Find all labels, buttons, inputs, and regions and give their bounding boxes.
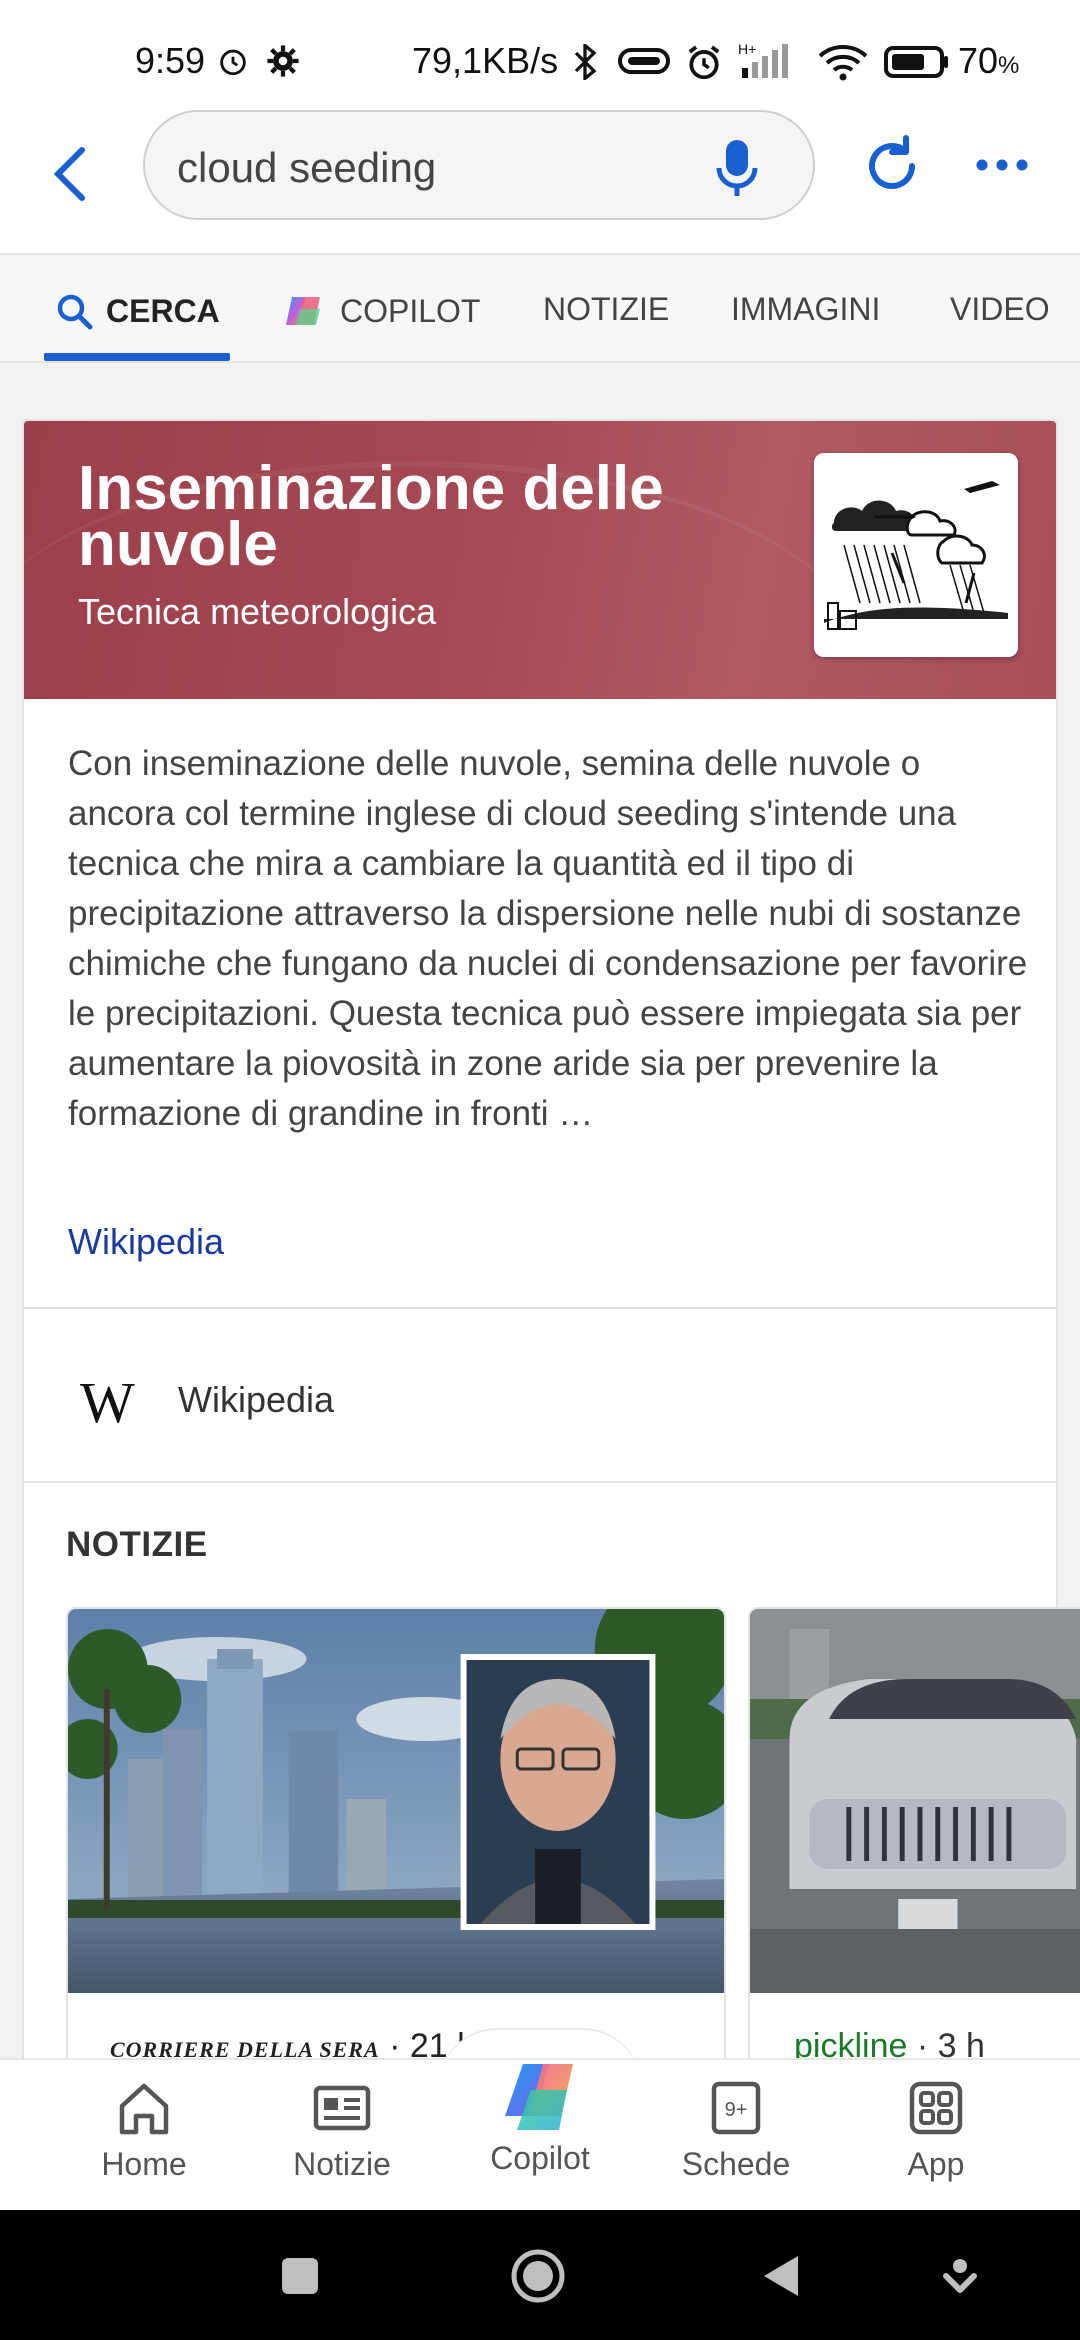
tab-label: VIDEO [950, 291, 1050, 327]
nav-schede[interactable]: 9+ Schede [656, 2076, 816, 2183]
bottom-navigation: Home Notizie Copilot 9+ Schede App [0, 2058, 1080, 2210]
news-image [68, 1609, 724, 1993]
keyboard-hide-button[interactable] [930, 2246, 990, 2306]
entity-subtitle: Tecnica meteorologica [78, 591, 437, 632]
back-system-button[interactable] [752, 2246, 812, 2306]
nav-label: Schede [681, 2146, 791, 2182]
tab-label: COPILOT [340, 292, 481, 329]
back-button[interactable] [40, 134, 100, 214]
settings-gear-icon [266, 44, 300, 83]
news-icon [313, 2085, 371, 2131]
more-dots-icon [976, 159, 1028, 171]
divider [24, 1307, 1056, 1309]
voice-search-button[interactable] [707, 134, 767, 200]
home-system-button[interactable] [508, 2246, 568, 2306]
vibrate-icon [616, 44, 672, 83]
battery-icon [884, 44, 950, 85]
nav-label: Copilot [490, 2140, 590, 2176]
tabs-count-badge: 9+ [725, 2099, 748, 2121]
back-arrow-icon [53, 147, 85, 201]
search-tabs: CERCA COPILOT NOTIZIE IMMAGINI VIDEO [0, 255, 1080, 363]
wifi-icon [816, 44, 870, 87]
wikipedia-source-row[interactable]: W Wikipedia [24, 1317, 1056, 1481]
home-icon [119, 2083, 169, 2135]
status-bar: 9:59 79,1KB/s H+ 70% [0, 0, 1080, 110]
tab-label: CERCA [106, 292, 220, 329]
results-content: Inseminazione delle nuvole Tecnica meteo… [0, 363, 1080, 2058]
status-time: 9:59 [135, 40, 206, 81]
alarm-clock-icon [216, 44, 250, 83]
source-label: Wikipedia [178, 1379, 335, 1420]
news-card[interactable]: CORRIERE DELLA SERA · 21 h [66, 1607, 726, 2058]
news-source-logo: CORRIERE DELLA SERA [110, 2037, 380, 2058]
network-speed: 79,1KB/s [412, 40, 559, 81]
nav-copilot[interactable]: Copilot [460, 2054, 620, 2177]
tab-label: NOTIZIE [543, 291, 670, 327]
entity-thumbnail[interactable] [814, 453, 1018, 657]
search-header: cloud seeding [0, 110, 1080, 255]
nav-label: App [907, 2146, 965, 2182]
tab-immagini[interactable]: IMMAGINI [731, 291, 880, 328]
entity-hero[interactable]: Inseminazione delle nuvole Tecnica meteo… [24, 421, 1056, 699]
tab-label: IMMAGINI [731, 291, 881, 327]
news-card[interactable]: pickline · 3 h [748, 1607, 1080, 2058]
nav-notizie[interactable]: Notizie [262, 2076, 422, 2183]
news-source: CORRIERE DELLA SERA · 21 h [110, 2027, 476, 2058]
search-input[interactable]: cloud seeding [143, 110, 815, 220]
nav-app[interactable]: App [856, 2076, 1016, 2183]
alarm-icon [684, 44, 724, 87]
apps-grid-icon [909, 2081, 963, 2135]
divider [24, 1481, 1056, 1483]
refresh-button[interactable] [862, 132, 922, 198]
microphone-icon [716, 140, 758, 196]
home-circle-icon [511, 2249, 565, 2303]
refresh-icon [869, 135, 915, 189]
nav-label: Notizie [293, 2146, 391, 2182]
news-image [750, 1609, 1080, 1993]
battery-percentage: 70% [958, 40, 1020, 81]
svg-text:H+: H+ [738, 41, 756, 57]
tab-video[interactable]: VIDEO [950, 291, 1050, 328]
chevron-down-icon [943, 2259, 977, 2293]
recents-square-icon [282, 2258, 318, 2294]
news-source: pickline · 3 h [794, 2027, 985, 2058]
cellular-signal-icon: H+ [736, 40, 806, 87]
more-options-button[interactable] [972, 132, 1032, 198]
wikipedia-logo-icon: W [80, 1370, 135, 1435]
system-navigation-bar [0, 2210, 1080, 2340]
news-source-name: pickline [794, 2027, 908, 2058]
entity-title: Inseminazione delle nuvole [78, 454, 664, 579]
search-icon [57, 294, 93, 330]
cloud-seeding-diagram-icon [814, 453, 1018, 657]
tab-notizie[interactable]: NOTIZIE [543, 291, 669, 328]
news-section-heading: NOTIZIE [66, 1525, 208, 1564]
entity-description: Con inseminazione delle nuvole, semina d… [68, 744, 1028, 1133]
copilot-icon [505, 2064, 573, 2130]
tabs-icon: 9+ [711, 2081, 761, 2135]
nav-home[interactable]: Home [64, 2076, 224, 2183]
wikipedia-source-link[interactable]: Wikipedia [68, 1221, 224, 1263]
back-triangle-icon [764, 2256, 798, 2296]
tab-copilot[interactable]: COPILOT [282, 291, 480, 331]
news-time: 3 h [937, 2027, 985, 2058]
bluetooth-icon [570, 41, 600, 85]
search-query-text[interactable]: cloud seeding [177, 144, 436, 192]
copilot-icon [286, 297, 320, 325]
active-tab-indicator [44, 353, 230, 361]
recents-button[interactable] [270, 2246, 330, 2306]
nav-label: Home [101, 2146, 187, 2182]
tab-cerca[interactable]: CERCA [54, 291, 220, 331]
